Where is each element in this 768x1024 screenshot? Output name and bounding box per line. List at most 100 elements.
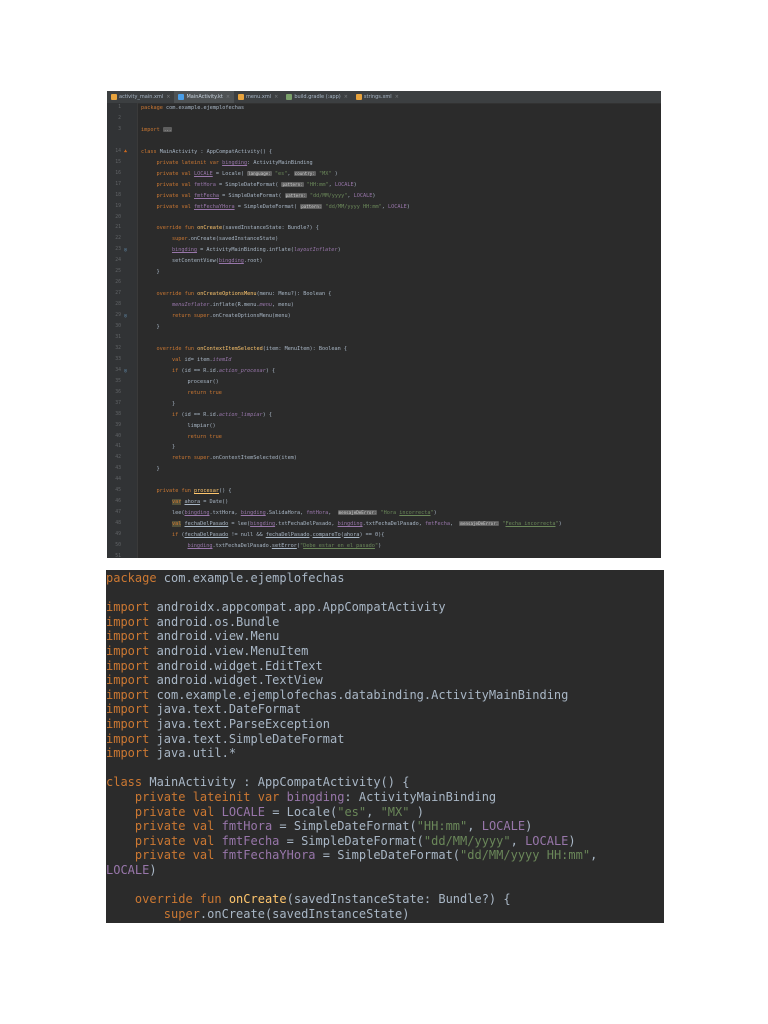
close-icon[interactable]: × bbox=[274, 94, 278, 100]
code-line: override fun onCreate(savedInstanceState… bbox=[157, 223, 319, 234]
line-number: 50 bbox=[115, 543, 121, 548]
code-token: bingding bbox=[184, 510, 210, 517]
code-token: fmtFecha bbox=[425, 521, 451, 528]
line-number: 24 bbox=[115, 258, 121, 264]
line-number: 28 bbox=[115, 302, 121, 308]
code-token: onCreateOptionsMenu bbox=[197, 291, 257, 298]
code-token: import bbox=[106, 600, 157, 615]
file-type-icon bbox=[286, 94, 293, 100]
code-token: = Locale( bbox=[212, 170, 248, 177]
line-number: 23 bbox=[115, 247, 121, 253]
override-icon[interactable]: ◎ bbox=[124, 311, 127, 322]
line-number: 27 bbox=[115, 291, 121, 297]
code-token: fechaDelPasado bbox=[265, 532, 310, 539]
code-token: action_procesar bbox=[218, 367, 266, 374]
code-token: "es" bbox=[337, 804, 367, 819]
code-token: "dd/MM/yyyy HH:mm" bbox=[322, 203, 382, 210]
tab-label: build.gradle (:app) bbox=[294, 94, 341, 100]
code-token: import bbox=[106, 658, 157, 673]
code-token: private lateinit var bbox=[134, 790, 287, 804]
line-number: 3 bbox=[118, 126, 121, 132]
class-icon[interactable]: ♣ bbox=[124, 147, 127, 158]
code-token: (menu: Menu?): Boolean { bbox=[256, 291, 332, 298]
code-token: super bbox=[172, 236, 188, 243]
code-token: id= item. bbox=[184, 356, 213, 363]
code-token: bingding bbox=[286, 790, 345, 804]
tab-mainactivity[interactable]: MainActivity.kt × bbox=[174, 91, 235, 103]
line-number: 38 bbox=[115, 411, 121, 417]
code-token: fmtFecha bbox=[193, 192, 219, 199]
code-line: import java.text.ParseException bbox=[106, 717, 330, 732]
file-type-icon bbox=[111, 94, 117, 100]
ide-code-area: package com.example.ejemplofechas import … bbox=[141, 103, 657, 558]
code-token: import bbox=[106, 702, 157, 717]
parameter-hint: pattern: bbox=[281, 181, 304, 187]
code-line: import android.os.Bundle bbox=[106, 615, 279, 630]
code-token: = SimpleDateFormat( bbox=[218, 192, 285, 199]
override-icon[interactable]: ◎ bbox=[124, 366, 127, 377]
code-token: class bbox=[141, 148, 160, 155]
override-icon[interactable]: ◎ bbox=[124, 245, 127, 256]
code-token: = Date() bbox=[200, 499, 229, 506]
code-token: com.example.ejemplofechas bbox=[163, 571, 345, 585]
code-line: private val fmtFecha = SimpleDateFormat(… bbox=[157, 191, 375, 202]
code-line: import android.widget.TextView bbox=[106, 673, 323, 688]
close-icon[interactable]: × bbox=[344, 94, 348, 100]
code-line: bingding = ActivityMainBinding.inflate(l… bbox=[172, 245, 341, 256]
code-token: android.widget.EditText bbox=[156, 658, 323, 673]
code-token: import bbox=[106, 687, 157, 702]
code-line: package com.example.ejemplofechas bbox=[141, 103, 244, 114]
tab-build[interactable]: build.gradle (:app) × bbox=[282, 91, 352, 103]
code-token: private val bbox=[156, 170, 194, 177]
code-line: } bbox=[157, 464, 160, 475]
code-token: package bbox=[141, 105, 166, 111]
code-line: import android.view.MenuItem bbox=[106, 644, 308, 659]
close-icon[interactable]: × bbox=[395, 94, 399, 100]
code-token: = lee( bbox=[228, 521, 251, 528]
code-token: private val bbox=[134, 819, 222, 834]
code-token: ) bbox=[353, 181, 357, 188]
code-token: } bbox=[172, 400, 176, 407]
code-token: , menu) bbox=[271, 302, 294, 309]
code-token: private val bbox=[134, 848, 222, 863]
code-line: private val fmtHora = SimpleDateFormat( … bbox=[157, 180, 357, 191]
line-number: 47 bbox=[115, 510, 121, 516]
code-token: itemId bbox=[212, 356, 232, 363]
code-token: : ActivityMainBinding bbox=[247, 159, 313, 166]
code-token: setError bbox=[271, 543, 297, 549]
tab-menu[interactable]: menu.xml × bbox=[234, 91, 282, 103]
code-token: private val bbox=[156, 203, 194, 210]
code-token: androidx.appcompat.app.AppCompatActivity bbox=[156, 600, 446, 615]
line-number: 41 bbox=[115, 444, 121, 450]
line-number: 51 bbox=[115, 553, 121, 558]
line-number: 32 bbox=[115, 345, 121, 351]
parameter-hint: country: bbox=[293, 170, 316, 176]
code-token: , bbox=[467, 819, 482, 834]
parameter-hint: mensajeDeError: bbox=[459, 521, 500, 527]
code-line: lee(bingding.txtHora, bingding.SalidaHor… bbox=[172, 508, 437, 519]
code-token: = SimpleDateFormat( bbox=[272, 819, 417, 834]
close-icon[interactable]: × bbox=[226, 94, 230, 100]
line-number: 30 bbox=[115, 324, 121, 329]
code-token: LOCALE bbox=[334, 181, 354, 188]
code-token: private val bbox=[156, 181, 194, 188]
code-token: , bbox=[328, 510, 338, 517]
code-line: val id= item.itemId bbox=[172, 355, 231, 366]
line-number: 22 bbox=[115, 236, 121, 242]
code-snippet-panel: package com.example.ejemplofechas import … bbox=[106, 570, 664, 923]
code-line: procesar() bbox=[188, 377, 219, 388]
code-token: private val bbox=[134, 833, 222, 848]
code-token: ) bbox=[568, 833, 576, 848]
code-line: if (id == R.id.action_procesar) { bbox=[172, 366, 275, 377]
close-icon[interactable]: × bbox=[166, 94, 170, 100]
code-token: bingding bbox=[187, 543, 213, 549]
code-token: } bbox=[156, 269, 160, 276]
tab-strings[interactable]: strings.xml × bbox=[352, 91, 403, 103]
tab-activity_main[interactable]: activity_main.xml × bbox=[107, 91, 174, 103]
line-number: 18 bbox=[115, 192, 121, 198]
code-line: package com.example.ejemplofechas bbox=[106, 571, 344, 586]
code-token: (id == R.id. bbox=[181, 367, 219, 374]
code-line: override fun onContextItemSelected(item:… bbox=[157, 344, 348, 355]
code-token: () { bbox=[218, 488, 232, 495]
code-line: return true bbox=[188, 432, 222, 443]
